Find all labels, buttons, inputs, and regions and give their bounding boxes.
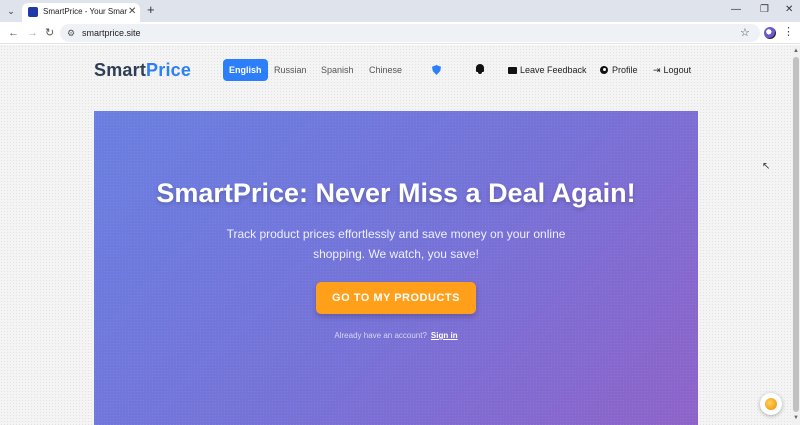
hero-subtitle: Track product prices effortlessly and sa…: [226, 227, 566, 261]
logout-icon: ⇥: [653, 65, 661, 75]
logout-label: Logout: [663, 65, 692, 75]
site-info-icon[interactable]: ⚙: [67, 27, 75, 39]
lang-spanish[interactable]: Spanish: [315, 59, 360, 81]
lang-chinese[interactable]: Chinese: [363, 59, 408, 81]
user-circle-icon: [600, 66, 608, 74]
profile-label: Profile: [612, 65, 638, 75]
hero-pattern: [94, 111, 698, 425]
shield-icon[interactable]: [432, 65, 441, 75]
forward-icon[interactable]: →: [27, 26, 38, 40]
tab-title: SmartPrice - Your Smart Shoppi: [43, 7, 127, 16]
bell-clapper: [478, 72, 482, 74]
page-viewport: SmartPrice English Russian Spanish Chine…: [0, 45, 792, 425]
signin-prompt: Already have an account?: [334, 331, 427, 340]
lang-english[interactable]: English: [223, 59, 268, 81]
hero-title: SmartPrice: Never Miss a Deal Again!: [156, 178, 636, 208]
browser-toolbar: ← → ↻ ⚙ smartprice.site ☆ ⋮: [0, 22, 800, 44]
scroll-thumb[interactable]: [793, 57, 799, 412]
mouse-cursor-icon: ↖: [762, 161, 771, 172]
tab-close-icon[interactable]: ✕: [128, 6, 136, 18]
go-to-products-button[interactable]: GO TO MY PRODUCTS: [316, 282, 476, 314]
hero-section: SmartPrice: Never Miss a Deal Again! Tra…: [94, 111, 698, 425]
address-bar[interactable]: ⚙ smartprice.site ☆: [60, 24, 760, 42]
page-scrollbar[interactable]: ▲ ▼: [792, 45, 800, 425]
profile-link[interactable]: Profile: [600, 59, 638, 81]
signin-prompt-line: Already have an account? Sign in: [94, 330, 698, 342]
bell-icon[interactable]: [476, 64, 484, 72]
profile-avatar[interactable]: [764, 27, 776, 39]
browser-tab[interactable]: SmartPrice - Your Smart Shoppi ✕: [22, 3, 140, 22]
leave-feedback-label: Leave Feedback: [520, 65, 587, 75]
back-icon[interactable]: ←: [8, 26, 19, 40]
logo-text-price: Price: [146, 60, 192, 80]
logo-text-smart: Smart: [94, 60, 147, 80]
site-logo[interactable]: SmartPrice: [94, 59, 191, 81]
widget-orb-icon: [765, 398, 777, 410]
speech-bubble-icon: [508, 67, 517, 74]
reload-icon[interactable]: ↻: [45, 26, 54, 40]
floating-widget-button[interactable]: [760, 393, 782, 415]
browser-tab-bar: ⌄ SmartPrice - Your Smart Shoppi ✕ + — ❐…: [0, 0, 800, 22]
tab-search-icon[interactable]: ⌄: [4, 4, 18, 18]
scroll-up-icon[interactable]: ▲: [793, 48, 799, 54]
leave-feedback-link[interactable]: Leave Feedback: [508, 59, 587, 81]
new-tab-icon[interactable]: +: [147, 3, 155, 17]
signin-link[interactable]: Sign in: [431, 331, 458, 340]
bookmark-star-icon[interactable]: ☆: [740, 26, 750, 40]
logout-link[interactable]: ⇥ Logout: [653, 59, 691, 81]
browser-menu-icon[interactable]: ⋮: [783, 25, 794, 39]
lang-russian[interactable]: Russian: [268, 59, 313, 81]
favicon-icon: [28, 7, 38, 17]
window-close-icon[interactable]: ✕: [785, 4, 793, 16]
url-text[interactable]: smartprice.site: [82, 27, 141, 39]
scroll-down-icon[interactable]: ▼: [793, 415, 799, 421]
restore-icon[interactable]: ❐: [760, 4, 769, 16]
minimize-icon[interactable]: —: [731, 4, 741, 16]
